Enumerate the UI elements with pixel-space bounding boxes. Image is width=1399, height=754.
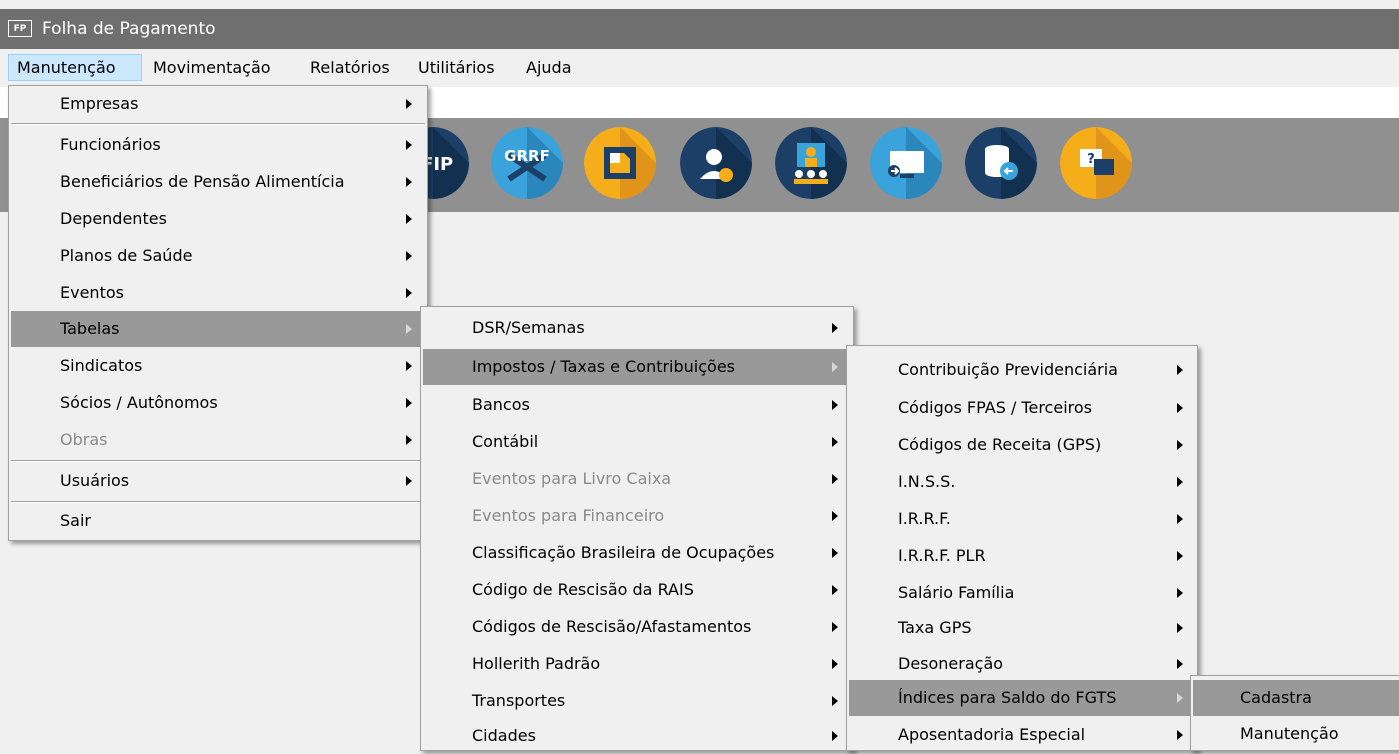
submenu-arrow-icon: [1177, 623, 1183, 633]
submenu-arrow-icon: [832, 548, 838, 558]
submenu-arrow-icon: [1177, 693, 1183, 703]
menu-utilitarios[interactable]: Utilitários: [410, 54, 503, 81]
submenu-arrow-icon: [406, 251, 412, 261]
menu-item-cadastra[interactable]: Cadastra: [1193, 680, 1399, 716]
menu-item-beneficiarios[interactable]: Beneficiários de Pensão Alimentícia: [11, 164, 425, 200]
submenu-arrow-icon: [832, 474, 838, 484]
document-icon[interactable]: [584, 127, 656, 199]
menu-item-dependentes[interactable]: Dependentes: [11, 201, 425, 237]
submenu-arrow-icon: [832, 585, 838, 595]
submenu-arrow-icon: [832, 731, 838, 741]
window-title: Folha de Pagamento: [42, 19, 216, 39]
menu-item-hollerith-padrao[interactable]: Hollerith Padrão: [423, 646, 851, 682]
menu-relatorios[interactable]: Relatórios: [302, 54, 398, 81]
submenu-arrow-icon: [1177, 365, 1183, 375]
menu-item-rescisao-afastamentos[interactable]: Códigos de Rescisão/Afastamentos: [423, 609, 851, 645]
menu-item-transportes[interactable]: Transportes: [423, 683, 851, 719]
menu-item-eventos-livro-caixa: Eventos para Livro Caixa: [423, 461, 851, 497]
submenu-arrow-icon: [1177, 514, 1183, 524]
menu-item-irrf[interactable]: I.R.R.F.: [849, 501, 1195, 537]
menu-item-sair[interactable]: Sair: [11, 503, 425, 539]
tabelas-submenu: DSR/Semanas Impostos / Taxas e Contribui…: [420, 306, 854, 751]
menu-item-indices-saldo-fgts[interactable]: Índices para Saldo do FGTS: [849, 680, 1195, 716]
submenu-arrow-icon: [406, 99, 412, 109]
fgts-submenu: Cadastra Manutenção: [1190, 675, 1399, 751]
submenu-arrow-icon: [832, 659, 838, 669]
menu-item-taxa-gps[interactable]: Taxa GPS: [849, 610, 1195, 646]
menu-item-contribuicao-previdenciaria[interactable]: Contribuição Previdenciária: [849, 352, 1195, 388]
submenu-arrow-icon: [832, 696, 838, 706]
impostos-submenu: Contribuição Previdenciária Códigos FPAS…: [846, 345, 1198, 751]
submenu-arrow-icon: [406, 140, 412, 150]
menu-item-bancos[interactable]: Bancos: [423, 387, 851, 423]
menu-item-empresas[interactable]: Empresas: [11, 86, 425, 122]
submenu-arrow-icon: [832, 323, 838, 333]
menu-ajuda[interactable]: Ajuda: [518, 54, 580, 81]
submenu-arrow-icon: [832, 511, 838, 521]
menu-item-manutencao[interactable]: Manutenção: [1193, 716, 1399, 752]
remote-access-icon[interactable]: [870, 127, 942, 199]
grrf-icon[interactable]: GRRF: [491, 127, 563, 199]
svg-text:?: ?: [1087, 152, 1095, 167]
menu-item-funcionarios[interactable]: Funcionários: [11, 127, 425, 163]
menu-item-inss[interactable]: I.N.S.S.: [849, 464, 1195, 500]
menu-item-cidades[interactable]: Cidades: [423, 718, 851, 754]
submenu-arrow-icon: [1177, 440, 1183, 450]
submenu-arrow-icon: [832, 400, 838, 410]
submenu-arrow-icon: [1177, 477, 1183, 487]
menu-item-socios-autonomos[interactable]: Sócios / Autônomos: [11, 385, 425, 421]
menu-item-dsr-semanas[interactable]: DSR/Semanas: [423, 310, 851, 346]
submenu-arrow-icon: [406, 435, 412, 445]
submenu-arrow-icon: [832, 362, 838, 372]
menu-manutencao[interactable]: Manutenção: [8, 54, 142, 81]
menu-item-cbo[interactable]: Classificação Brasileira de Ocupações: [423, 535, 851, 571]
submenu-arrow-icon: [1177, 730, 1183, 740]
submenu-arrow-icon: [406, 288, 412, 298]
menu-item-tabelas[interactable]: Tabelas: [11, 311, 425, 347]
submenu-arrow-icon: [832, 622, 838, 632]
menu-movimentacao[interactable]: Movimentação: [145, 54, 279, 81]
submenu-arrow-icon: [1177, 588, 1183, 598]
menu-item-obras: Obras: [11, 422, 425, 458]
submenu-arrow-icon: [406, 398, 412, 408]
menu-item-salario-familia[interactable]: Salário Família: [849, 575, 1195, 611]
menu-item-irrf-plr[interactable]: I.R.R.F. PLR: [849, 538, 1195, 574]
menu-item-contabil[interactable]: Contábil: [423, 424, 851, 460]
submenu-arrow-icon: [406, 476, 412, 486]
submenu-arrow-icon: [1177, 659, 1183, 669]
menu-item-eventos[interactable]: Eventos: [11, 275, 425, 311]
database-restore-icon[interactable]: [965, 127, 1037, 199]
menu-item-eventos-financeiro: Eventos para Financeiro: [423, 498, 851, 534]
app-icon: FP: [8, 20, 32, 37]
menu-item-aposentadoria-especial[interactable]: Aposentadoria Especial: [849, 717, 1195, 753]
menu-item-usuarios[interactable]: Usuários: [11, 463, 425, 499]
menu-item-codigos-fpas[interactable]: Códigos FPAS / Terceiros: [849, 390, 1195, 426]
grrf-icon-text: GRRF: [504, 147, 550, 165]
submenu-arrow-icon: [1177, 551, 1183, 561]
menu-item-impostos[interactable]: Impostos / Taxas e Contribuições: [423, 349, 851, 385]
menu-bar: Manutenção Movimentação Relatórios Utili…: [0, 49, 1399, 85]
submenu-arrow-icon: [406, 214, 412, 224]
title-bar: FP Folha de Pagamento: [0, 9, 1399, 49]
menu-item-sindicatos[interactable]: Sindicatos: [11, 348, 425, 384]
submenu-arrow-icon: [406, 177, 412, 187]
submenu-arrow-icon: [1177, 403, 1183, 413]
submenu-arrow-icon: [832, 437, 838, 447]
submenu-arrow-icon: [406, 324, 412, 334]
menu-item-rescisao-rais[interactable]: Código de Rescisão da RAIS: [423, 572, 851, 608]
manutencao-dropdown: Empresas Funcionários Beneficiários de P…: [8, 85, 428, 541]
support-agent-icon[interactable]: [680, 127, 752, 199]
menu-item-planos-de-saude[interactable]: Planos de Saúde: [11, 238, 425, 274]
menu-item-codigos-receita-gps[interactable]: Códigos de Receita (GPS): [849, 427, 1195, 463]
help-chat-icon[interactable]: ?: [1060, 127, 1132, 199]
submenu-arrow-icon: [406, 361, 412, 371]
menu-item-desoneracao[interactable]: Desoneração: [849, 646, 1195, 682]
meeting-icon[interactable]: [775, 127, 847, 199]
